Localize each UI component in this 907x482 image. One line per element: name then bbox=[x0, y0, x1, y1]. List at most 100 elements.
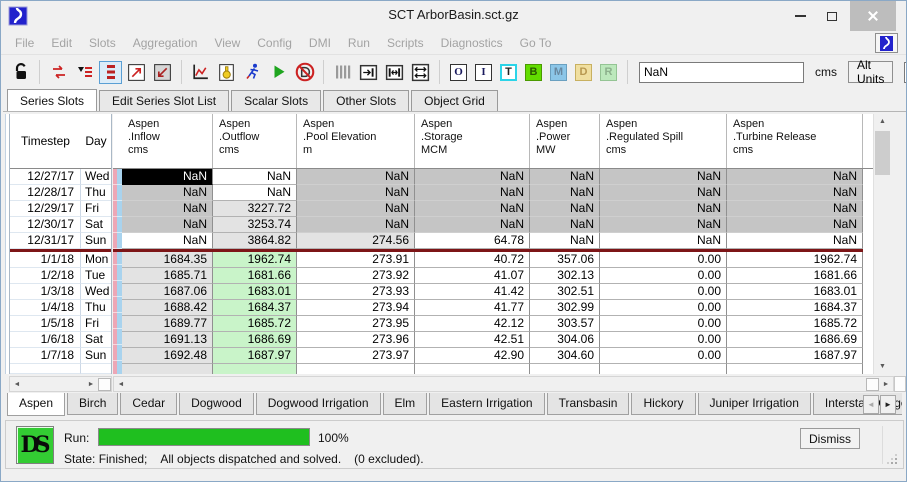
table-cell[interactable]: 1683.01 bbox=[727, 284, 863, 300]
table-cell[interactable] bbox=[600, 364, 727, 374]
table-cell[interactable]: NaN bbox=[530, 201, 600, 217]
table-cell[interactable]: NaN bbox=[600, 169, 727, 185]
object-tab-elm[interactable]: Elm bbox=[383, 393, 428, 415]
timestep-cell[interactable]: 12/30/17 bbox=[10, 217, 81, 233]
tab-scroll-right-button[interactable]: ► bbox=[880, 395, 896, 414]
timestep-cell[interactable]: 12/29/17 bbox=[10, 201, 81, 217]
table-cell[interactable]: 273.92 bbox=[297, 268, 415, 284]
table-cell[interactable]: 1685.71 bbox=[122, 268, 213, 284]
table-cell[interactable]: NaN bbox=[530, 185, 600, 201]
tab-edit-series-slot-list[interactable]: Edit Series Slot List bbox=[99, 90, 229, 111]
run-control-icon[interactable] bbox=[241, 61, 264, 84]
flag-button-d[interactable]: D bbox=[575, 64, 592, 81]
table-cell[interactable]: NaN bbox=[415, 185, 530, 201]
tab-scroll-left-button[interactable]: ◄ bbox=[863, 395, 879, 414]
title-bar[interactable]: SCT ArborBasin.sct.gz bbox=[1, 1, 906, 31]
table-cell[interactable]: 304.60 bbox=[530, 348, 600, 364]
table-cell[interactable]: 0.00 bbox=[600, 332, 727, 348]
timestep-cell[interactable]: 1/7/18 bbox=[10, 348, 81, 364]
timestep-cell[interactable]: 1/2/18 bbox=[10, 268, 81, 284]
timestep-cell[interactable]: 1/3/18 bbox=[10, 284, 81, 300]
table-cell[interactable]: 1684.35 bbox=[122, 252, 213, 268]
table-cell[interactable]: NaN bbox=[297, 201, 415, 217]
table-cell[interactable]: 41.42 bbox=[415, 284, 530, 300]
table-cell[interactable]: 273.93 bbox=[297, 284, 415, 300]
timestep-header[interactable]: Timestep Day bbox=[10, 114, 111, 169]
object-tab-cedar[interactable]: Cedar bbox=[120, 393, 177, 415]
flag-button-t[interactable]: T bbox=[500, 64, 517, 81]
object-tab-aspen[interactable]: Aspen bbox=[7, 393, 65, 416]
sort-timesteps-icon[interactable] bbox=[73, 61, 96, 84]
table-cell[interactable]: 1691.13 bbox=[122, 332, 213, 348]
table-cell[interactable]: 1689.77 bbox=[122, 316, 213, 332]
table-cell[interactable]: 1962.74 bbox=[727, 252, 863, 268]
table-cell[interactable]: 302.51 bbox=[530, 284, 600, 300]
table-cell[interactable]: 1688.42 bbox=[122, 300, 213, 316]
menu-diagnostics[interactable]: Diagnostics bbox=[441, 36, 503, 50]
start-run-icon[interactable] bbox=[267, 61, 290, 84]
table-cell[interactable]: 303.57 bbox=[530, 316, 600, 332]
day-cell[interactable]: Sun bbox=[81, 348, 111, 364]
table-cell[interactable] bbox=[297, 364, 415, 374]
flag-button-o[interactable]: O bbox=[450, 64, 467, 81]
table-cell[interactable]: 0.00 bbox=[600, 268, 727, 284]
data-horizontal-scrollbar[interactable]: ◄ ► bbox=[113, 376, 894, 392]
flag-button-m[interactable]: M bbox=[550, 64, 567, 81]
resize-grip[interactable] bbox=[889, 456, 897, 464]
table-cell[interactable]: 41.07 bbox=[415, 268, 530, 284]
table-cell[interactable]: NaN bbox=[727, 217, 863, 233]
table-cell[interactable]: NaN bbox=[727, 185, 863, 201]
table-cell[interactable]: 0.00 bbox=[600, 252, 727, 268]
table-cell[interactable]: 3864.82 bbox=[213, 233, 297, 249]
horizontal-scrollbar-thumb[interactable] bbox=[98, 378, 111, 391]
column-header-aspen-regulated-spill[interactable]: Aspen.Regulated Spillcms bbox=[600, 114, 727, 168]
table-cell[interactable]: 0.00 bbox=[600, 348, 727, 364]
table-cell[interactable]: NaN bbox=[530, 169, 600, 185]
table-cell[interactable]: 1687.06 bbox=[122, 284, 213, 300]
table-cell[interactable]: NaN bbox=[122, 169, 213, 185]
scroll-up-button[interactable]: ▲ bbox=[874, 114, 891, 129]
day-cell[interactable]: Sat bbox=[81, 332, 111, 348]
column-header-aspen-pool-elevation[interactable]: Aspen.Pool Elevationm bbox=[297, 114, 415, 168]
scroll-left-button[interactable]: ◄ bbox=[10, 377, 24, 391]
table-cell[interactable]: 273.94 bbox=[297, 300, 415, 316]
table-cell[interactable]: NaN bbox=[600, 217, 727, 233]
dispatch-disabled-icon[interactable] bbox=[293, 61, 316, 84]
table-cell[interactable]: NaN bbox=[600, 201, 727, 217]
menu-view[interactable]: View bbox=[214, 36, 240, 50]
timestep-cell[interactable]: 1/4/18 bbox=[10, 300, 81, 316]
column-header-aspen-outflow[interactable]: Aspen.Outflowcms bbox=[213, 114, 297, 168]
timestep-cell[interactable]: 12/31/17 bbox=[10, 233, 81, 249]
table-cell[interactable]: 1685.72 bbox=[213, 316, 297, 332]
day-cell[interactable]: Wed bbox=[81, 284, 111, 300]
table-cell[interactable]: 1681.66 bbox=[727, 268, 863, 284]
table-cell[interactable]: 1684.37 bbox=[727, 300, 863, 316]
table-cell[interactable]: NaN bbox=[297, 185, 415, 201]
maximize-button[interactable] bbox=[816, 1, 848, 31]
table-cell[interactable]: 40.72 bbox=[415, 252, 530, 268]
vertical-scrollbar[interactable]: ▲ ▼ bbox=[873, 114, 890, 374]
timestep-cell[interactable]: 12/28/17 bbox=[10, 185, 81, 201]
menu-file[interactable]: File bbox=[15, 36, 34, 50]
table-cell[interactable]: NaN bbox=[122, 217, 213, 233]
tab-series-slots[interactable]: Series Slots bbox=[7, 89, 97, 111]
table-cell[interactable]: NaN bbox=[415, 169, 530, 185]
table-cell[interactable]: 273.95 bbox=[297, 316, 415, 332]
table-cell[interactable] bbox=[530, 364, 600, 374]
day-cell[interactable]: Thu bbox=[81, 300, 111, 316]
column-header-aspen-power[interactable]: Aspen.PowerMW bbox=[530, 114, 600, 168]
table-cell[interactable]: NaN bbox=[213, 185, 297, 201]
table-cell[interactable]: 273.96 bbox=[297, 332, 415, 348]
table-cell[interactable]: NaN bbox=[530, 217, 600, 233]
tab-other-slots[interactable]: Other Slots bbox=[323, 90, 409, 111]
object-tab-hickory[interactable]: Hickory bbox=[631, 393, 695, 415]
table-cell[interactable]: NaN bbox=[600, 233, 727, 249]
table-cell[interactable] bbox=[727, 364, 863, 374]
day-cell[interactable]: Tue bbox=[81, 268, 111, 284]
day-cell[interactable] bbox=[81, 364, 111, 374]
cell-value-input[interactable] bbox=[639, 62, 804, 83]
column-header-aspen-storage[interactable]: Aspen.StorageMCM bbox=[415, 114, 530, 168]
table-cell[interactable] bbox=[415, 364, 530, 374]
scroll-right-button[interactable]: ► bbox=[879, 377, 893, 391]
day-cell[interactable]: Fri bbox=[81, 316, 111, 332]
